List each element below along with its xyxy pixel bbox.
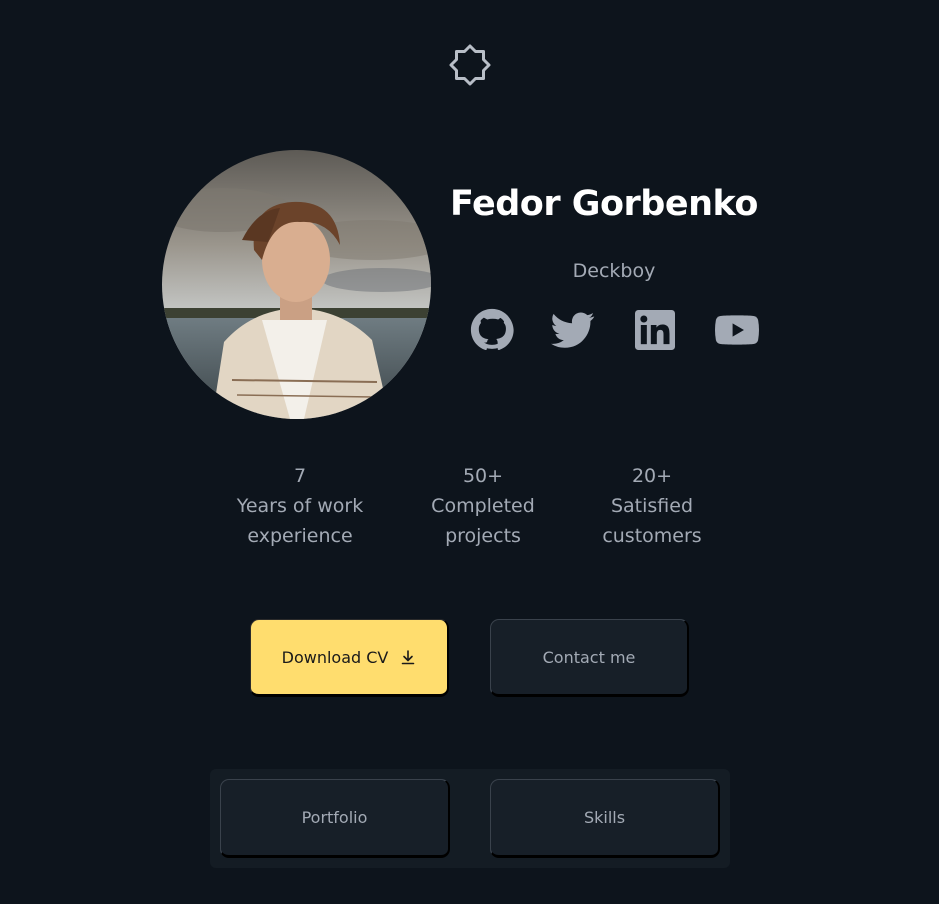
github-icon [470,308,514,351]
moon-sun-icon [449,44,491,86]
section-tabs: Portfolio Skills [210,769,730,868]
twitter-link[interactable] [550,308,595,352]
download-cv-button[interactable]: Download CV [250,619,449,697]
youtube-icon [715,315,759,345]
contact-me-button[interactable]: Contact me [490,619,689,697]
social-links [470,308,770,352]
theme-toggle-button[interactable] [448,43,492,87]
stat-value: 7 [293,465,307,487]
download-cv-label: Download CV [281,647,389,667]
profile-name: Fedor Gorbenko [450,184,758,224]
stat-value: 20+ [631,465,673,487]
stat-label-line1: Completed [431,495,535,517]
stat-experience: 7 Years of work experience [220,461,380,551]
stat-label-line2: customers [602,525,702,547]
tab-skills[interactable]: Skills [490,779,720,858]
stat-customers: 20+ Satisfied customers [572,461,732,551]
stat-label-line1: Years of work [236,495,364,517]
stat-label-line2: experience [247,525,353,547]
linkedin-link[interactable] [635,308,679,352]
contact-me-label: Contact me [542,647,636,667]
linkedin-icon [635,310,675,350]
stat-label-line2: projects [445,525,521,547]
twitter-icon [551,312,595,348]
stat-value: 50+ [462,465,504,487]
tab-portfolio[interactable]: Portfolio [220,779,450,858]
stat-projects: 50+ Completed projects [403,461,563,551]
tab-label: Skills [583,808,626,827]
download-icon [402,650,415,665]
github-link[interactable] [470,308,514,352]
youtube-link[interactable] [715,308,759,352]
profile-role: Deckboy [572,260,656,282]
profile-avatar [162,150,431,419]
tab-label: Portfolio [301,808,368,827]
stat-label-line1: Satisfied [610,495,694,517]
